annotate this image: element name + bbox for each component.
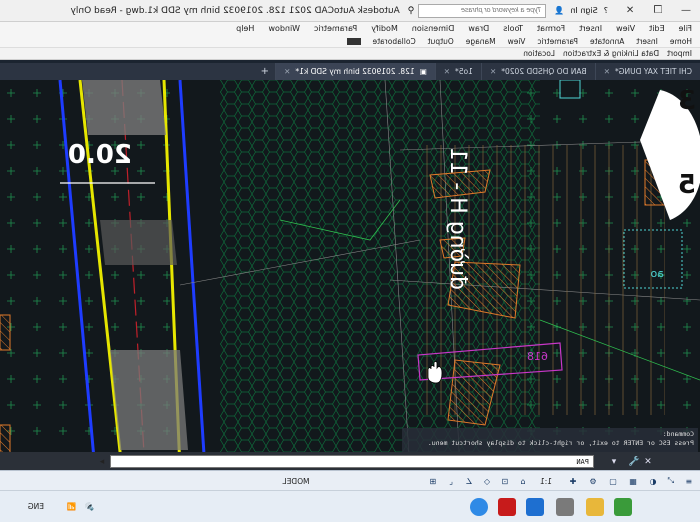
ribbon-toggle-icon[interactable] bbox=[346, 37, 361, 45]
ortho-icon[interactable]: ⌞ bbox=[444, 475, 458, 487]
minimize-icon[interactable]: — bbox=[672, 0, 700, 22]
media-icon[interactable] bbox=[556, 498, 574, 516]
menu-item-view[interactable]: View bbox=[616, 24, 635, 33]
close-icon[interactable]: ✕ bbox=[444, 67, 450, 76]
menu-item-tools[interactable]: Tools bbox=[503, 24, 523, 33]
bubble-label-top: 3 bbox=[677, 86, 696, 116]
status-bar: ≡ ⤢ ◐ ▦ ▢ ⚙ ✚ 1:1 ⌂ ⊡ ◇ ∠ ⌞ ⊞ MODEL bbox=[0, 470, 700, 490]
close-icon[interactable]: ✕ bbox=[616, 0, 644, 22]
menu-item-edit[interactable]: Edit bbox=[649, 24, 665, 33]
street-label: đường H - 11 bbox=[445, 147, 470, 290]
hardware-accel-icon[interactable]: ▦ bbox=[626, 475, 640, 487]
menu-item-file[interactable]: File bbox=[679, 24, 692, 33]
new-tab-icon[interactable]: + bbox=[255, 66, 275, 77]
command-prompt-icon: ▸ bbox=[99, 456, 105, 467]
workspace-icon[interactable]: ⚙ bbox=[586, 475, 600, 487]
bubble-label-bottom: 5 bbox=[677, 170, 696, 200]
ribbon-panel-row: Import Data Linking & Extraction Locatio… bbox=[0, 48, 700, 60]
tab-insert[interactable]: Insert bbox=[636, 37, 658, 46]
language-indicator[interactable]: ENG bbox=[28, 502, 44, 511]
menu-item-dimension[interactable]: Dimension bbox=[412, 24, 455, 33]
ribbon-tabs: Home Insert Annotate Parametric View Man… bbox=[0, 35, 700, 48]
menu-item-format[interactable]: Format bbox=[537, 24, 565, 33]
wrench-icon[interactable]: 🔧 bbox=[628, 455, 640, 468]
wifi-icon[interactable]: 📶 bbox=[67, 502, 76, 511]
document-tabs: CHI TIET XAY DUNG* ✕ BAN DO QHSDD 2020* … bbox=[0, 63, 700, 80]
user-icon[interactable]: 👤 bbox=[554, 6, 564, 15]
chevron-down-icon[interactable]: ▾ bbox=[608, 455, 620, 468]
menu-item-modify[interactable]: Modify bbox=[371, 24, 398, 33]
polar-icon[interactable]: ∠ bbox=[462, 475, 476, 487]
panel-location[interactable]: Location bbox=[523, 49, 555, 58]
drawing-svg bbox=[0, 80, 700, 470]
tab-collaborate[interactable]: Collaborate bbox=[373, 37, 416, 46]
doc-tab-active[interactable]: ▣ 128. 2019032 binh my SDD k1* ✕ bbox=[275, 63, 435, 80]
menu-item-draw[interactable]: Draw bbox=[468, 24, 489, 33]
maximize-icon[interactable]: ❐ bbox=[644, 0, 672, 22]
search-input[interactable] bbox=[418, 3, 547, 18]
selection-cycling-icon[interactable]: ⊡ bbox=[498, 475, 512, 487]
annotation-monitor-icon[interactable]: ✚ bbox=[566, 475, 580, 487]
doc-tab-ban-do[interactable]: BAN DO QHSDD 2020* ✕ bbox=[480, 63, 595, 80]
tab-home[interactable]: Home bbox=[670, 37, 692, 46]
doc-tab-label: CHI TIET XAY DUNG* bbox=[614, 67, 692, 76]
tab-parametric[interactable]: Parametric bbox=[537, 37, 578, 46]
doc-tab-label: 128. 2019032 binh my SDD k1* bbox=[295, 67, 415, 76]
close-icon[interactable]: ✕ bbox=[604, 67, 610, 76]
autocad-taskbar-icon[interactable] bbox=[498, 498, 516, 516]
help-icon[interactable]: ? bbox=[604, 6, 608, 15]
annotation-visibility-icon[interactable]: ⌂ bbox=[516, 475, 530, 487]
command-history: Command: Press ESC or ENTER to exit, or … bbox=[402, 428, 698, 452]
command-input[interactable] bbox=[110, 455, 594, 468]
command-history-line: Command: bbox=[662, 430, 694, 438]
taskbar: ENG 📶 🔊 bbox=[0, 490, 700, 522]
window-title: Autodesk AutoCAD 2021 128. 2019032 binh … bbox=[70, 5, 400, 16]
annotation-scale[interactable]: 1:1 bbox=[534, 475, 558, 487]
doc-tab-label: 1o5* bbox=[455, 67, 473, 76]
doc-tab-chi-tiet[interactable]: CHI TIET XAY DUNG* ✕ bbox=[594, 63, 700, 80]
osnap-icon[interactable]: ◇ bbox=[480, 475, 494, 487]
menu-item-help[interactable]: Help bbox=[236, 24, 254, 33]
app-icon[interactable] bbox=[614, 498, 632, 516]
parcel-number: 618 bbox=[527, 350, 548, 363]
units-icon[interactable]: ▢ bbox=[606, 475, 620, 487]
file-explorer-icon[interactable] bbox=[586, 498, 604, 516]
file-icon: ▣ bbox=[419, 67, 427, 76]
menu-item-parametric[interactable]: Parametric bbox=[314, 24, 357, 33]
title-bar: — ❐ ✕ ? Sign In 👤 ⚲ Autodesk AutoCAD 202… bbox=[0, 0, 700, 22]
menu-bar: File Edit View Insert Format Tools Draw … bbox=[0, 22, 700, 35]
title-right-group: ? Sign In 👤 bbox=[554, 6, 608, 15]
panel-import[interactable]: Import bbox=[667, 49, 692, 58]
sign-in-label[interactable]: Sign In bbox=[570, 6, 597, 15]
pond-label: ao bbox=[650, 267, 664, 280]
customize-icon[interactable]: ≡ bbox=[682, 475, 696, 487]
close-icon[interactable]: ✕ bbox=[284, 67, 290, 76]
model-space-toggle[interactable]: MODEL bbox=[278, 475, 314, 487]
search-icon[interactable]: ⚲ bbox=[408, 6, 415, 16]
tab-annotate[interactable]: Annotate bbox=[590, 37, 624, 46]
tab-view[interactable]: View bbox=[508, 37, 526, 46]
grid-icon[interactable]: ⊞ bbox=[426, 475, 440, 487]
menu-item-insert[interactable]: Insert bbox=[579, 24, 602, 33]
tab-output[interactable]: Output bbox=[428, 37, 454, 46]
doc-tab-1o5[interactable]: 1o5* ✕ bbox=[434, 63, 481, 80]
close-icon[interactable]: ✕ bbox=[642, 455, 654, 468]
doc-tab-label: BAN DO QHSDD 2020* bbox=[501, 67, 587, 76]
fullscreen-icon[interactable]: ⤢ bbox=[664, 475, 678, 487]
dimension-label: 20.0 bbox=[67, 140, 132, 170]
telegram-icon[interactable] bbox=[526, 498, 544, 516]
tab-manage[interactable]: Manage bbox=[466, 37, 496, 46]
command-history-line: Press ESC or ENTER to exit, or right-cli… bbox=[427, 439, 694, 447]
isolate-icon[interactable]: ◐ bbox=[646, 475, 660, 487]
drawing-canvas[interactable]: 20.0 đường H - 11 618 ao 3 5 bbox=[0, 80, 700, 470]
speaker-icon[interactable]: 🔊 bbox=[85, 502, 94, 511]
close-icon[interactable]: ✕ bbox=[490, 67, 496, 76]
chrome-icon[interactable] bbox=[470, 498, 488, 516]
panel-data-linking[interactable]: Data Linking & Extraction bbox=[563, 49, 659, 58]
autocad-window: — ❐ ✕ ? Sign In 👤 ⚲ Autodesk AutoCAD 202… bbox=[0, 0, 700, 522]
menu-item-window[interactable]: Window bbox=[268, 24, 300, 33]
